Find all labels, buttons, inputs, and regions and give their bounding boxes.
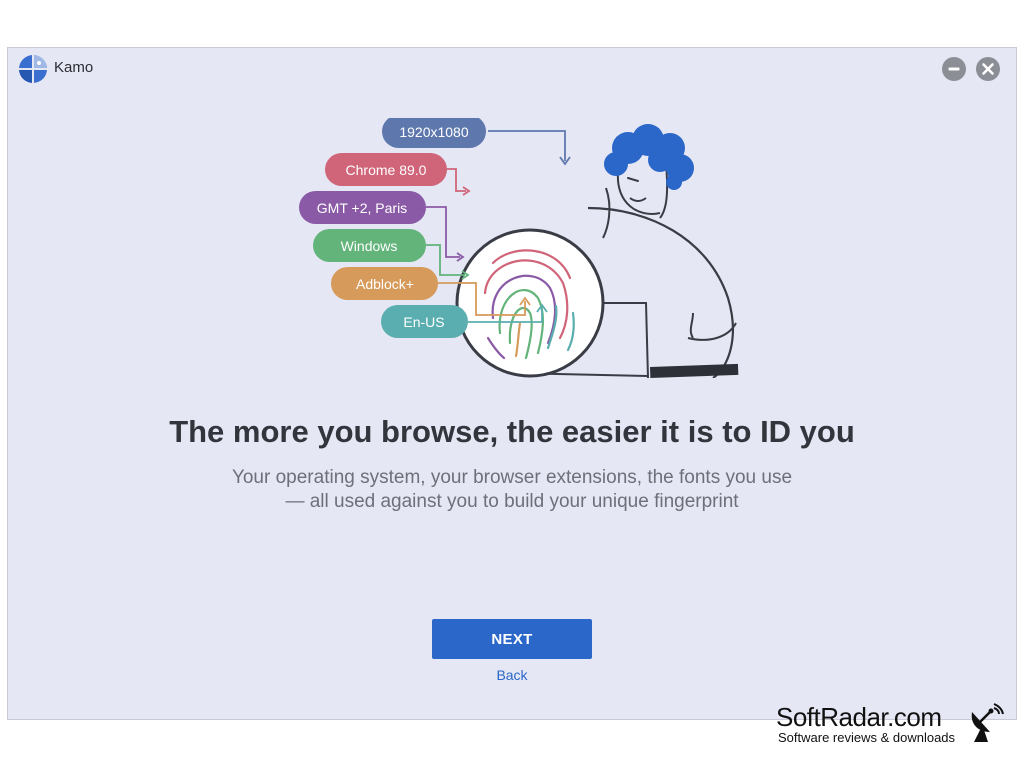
description-line-1: Your operating system, your browser exte… xyxy=(231,467,793,488)
tag-language-label: En-US xyxy=(403,314,444,330)
next-button[interactable]: NEXT xyxy=(432,619,592,659)
minimize-icon xyxy=(948,67,960,71)
back-link[interactable]: Back xyxy=(462,667,562,683)
description-line-2: — all used against you to build your uni… xyxy=(285,491,739,512)
tag-extension-label: Adblock+ xyxy=(356,276,414,292)
softradar-watermark: SoftRadar.com Software reviews & downloa… xyxy=(776,700,1016,750)
title-bar: Kamo xyxy=(8,48,1016,90)
tag-browser-label: Chrome 89.0 xyxy=(346,162,427,178)
tag-os: Windows xyxy=(313,229,426,262)
tag-resolution: 1920x1080 xyxy=(382,118,486,148)
close-icon xyxy=(982,63,994,75)
tag-resolution-label: 1920x1080 xyxy=(399,124,469,140)
tag-os-label: Windows xyxy=(341,238,398,254)
tag-timezone: GMT +2, Paris xyxy=(299,191,426,224)
minimize-button[interactable] xyxy=(942,57,966,81)
satellite-dish-icon xyxy=(971,703,1004,742)
app-window: Kamo 1920x1080 Chrome 89.0 GMT +2, Paris… xyxy=(7,47,1017,720)
tag-browser: Chrome 89.0 xyxy=(325,153,447,186)
fingerprint-illustration: 1920x1080 Chrome 89.0 GMT +2, Paris Wind… xyxy=(299,118,739,378)
tag-timezone-label: GMT +2, Paris xyxy=(317,200,407,216)
magnifier-icon xyxy=(455,228,605,378)
onboarding-headline: The more you browse, the easier it is to… xyxy=(169,414,855,449)
tag-extension: Adblock+ xyxy=(331,267,438,300)
watermark-subtitle: Software reviews & downloads xyxy=(778,730,956,745)
kamo-logo-icon xyxy=(19,55,47,83)
close-button[interactable] xyxy=(976,57,1000,81)
watermark-title: SoftRadar.com xyxy=(776,702,942,732)
app-title: Kamo xyxy=(54,59,94,76)
onboarding-description: Your operating system, your browser exte… xyxy=(8,466,1016,514)
tag-language: En-US xyxy=(381,305,468,338)
